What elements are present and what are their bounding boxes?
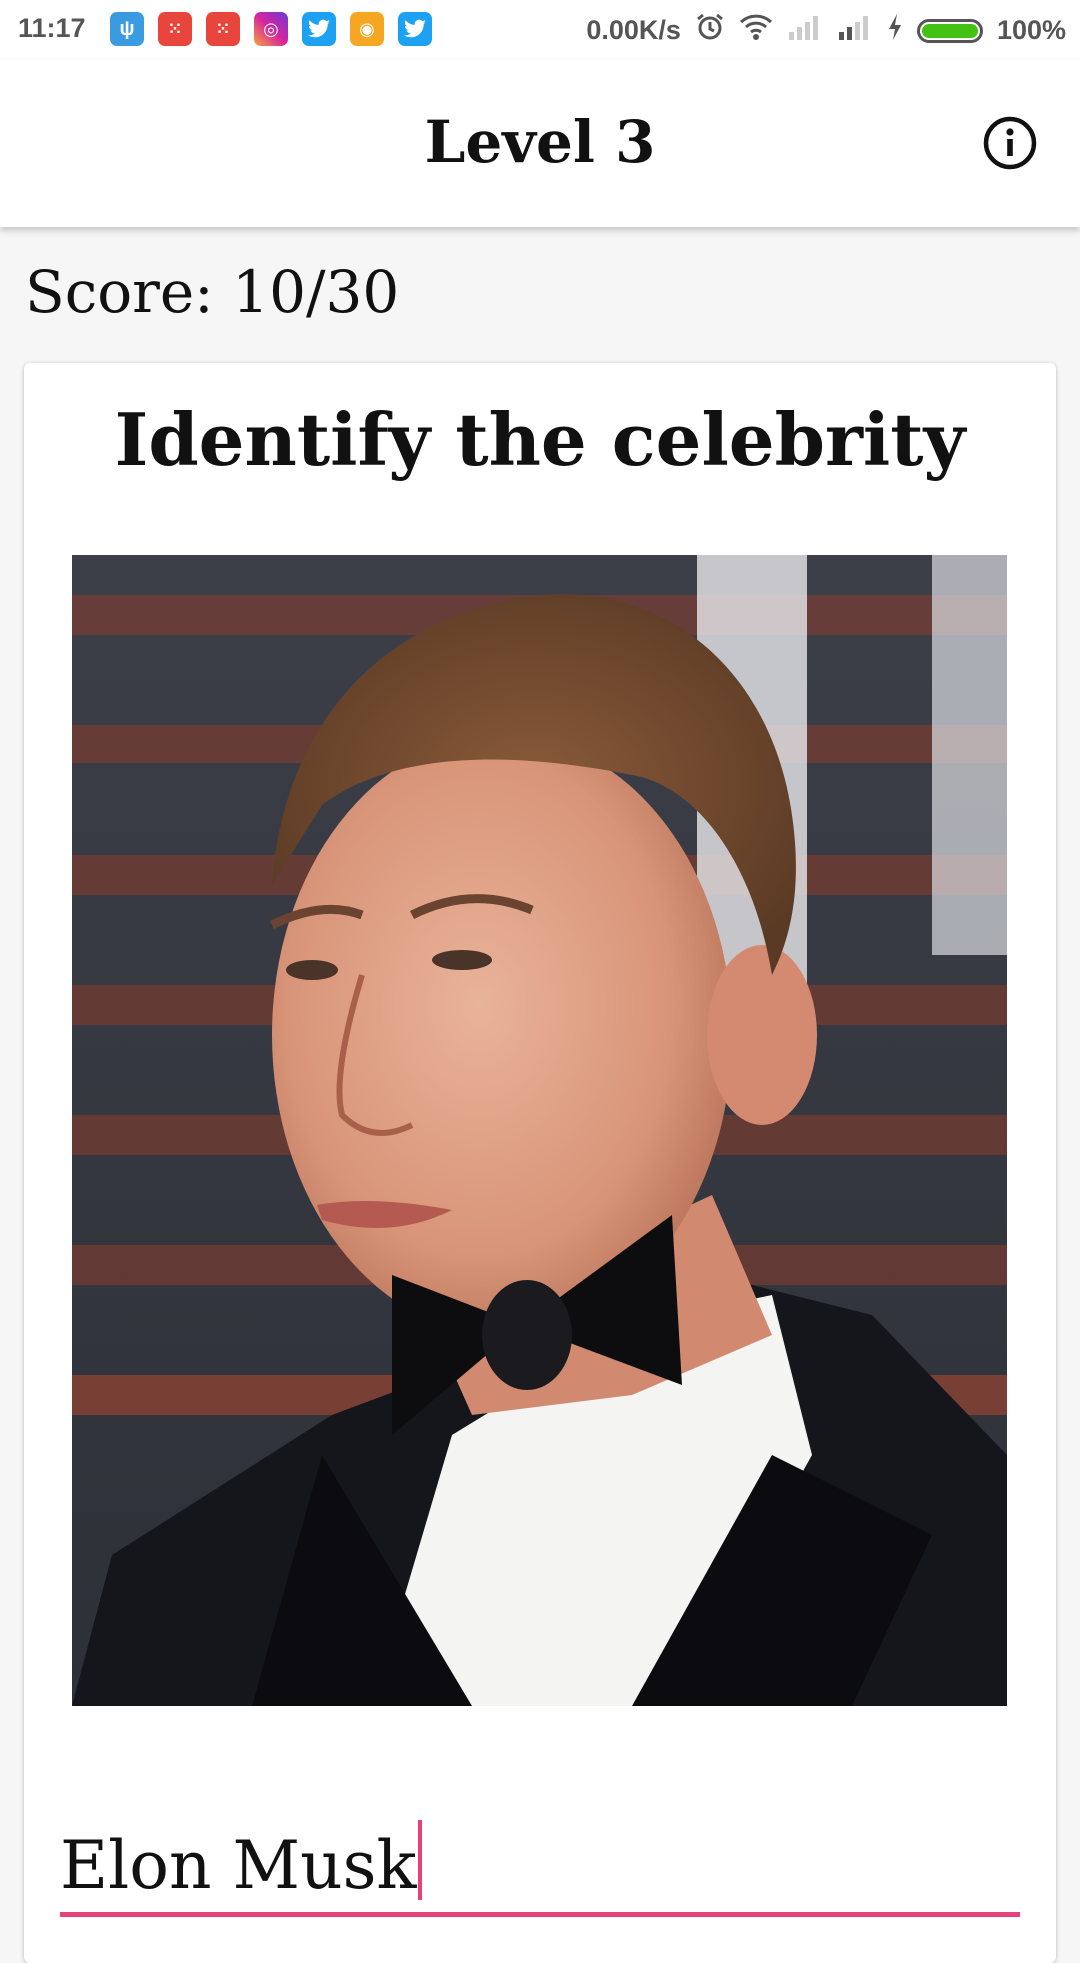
signal-icon — [787, 14, 823, 47]
usb-icon: ψ — [110, 12, 144, 46]
status-time: 11:17 — [18, 13, 86, 43]
question-card: Identify the celebrity Elon Musk — [24, 363, 1056, 1963]
answer-value: Elon Musk — [60, 1827, 417, 1904]
question-title: Identify the celebrity — [114, 397, 966, 482]
charging-icon — [887, 13, 903, 48]
app-bar: Level 3 — [0, 60, 1080, 227]
chat-icon: ◉ — [350, 12, 384, 46]
grid-app-icon: ⁙ — [158, 12, 192, 46]
level-title: Level 3 — [424, 108, 656, 176]
text-cursor — [418, 1820, 423, 1900]
info-icon — [983, 116, 1037, 170]
notification-icons: ψ ⁙ ⁙ ◎ ◉ — [110, 12, 432, 46]
answer-input[interactable]: Elon Musk — [60, 1820, 423, 1904]
grid-app-icon: ⁙ — [206, 12, 240, 46]
system-icons: 0.00K/s 100% — [586, 12, 1066, 49]
celebrity-photo — [72, 555, 1007, 1706]
alarm-icon — [695, 12, 725, 49]
twitter-icon — [302, 12, 336, 46]
score-label: Score: 10/30 — [25, 258, 400, 326]
status-bar: 11:17 ψ ⁙ ⁙ ◎ ◉ 0.00K/s 100% — [0, 0, 1080, 60]
wifi-icon — [739, 13, 773, 48]
battery-icon — [916, 18, 983, 43]
answer-field[interactable]: Elon Musk — [60, 1810, 1020, 1917]
signal-icon — [837, 14, 873, 47]
network-speed: 0.00K/s — [586, 15, 681, 45]
battery-percent: 100% — [996, 15, 1066, 45]
instagram-icon: ◎ — [254, 12, 288, 46]
twitter-icon — [398, 12, 432, 46]
info-button[interactable] — [983, 116, 1037, 170]
